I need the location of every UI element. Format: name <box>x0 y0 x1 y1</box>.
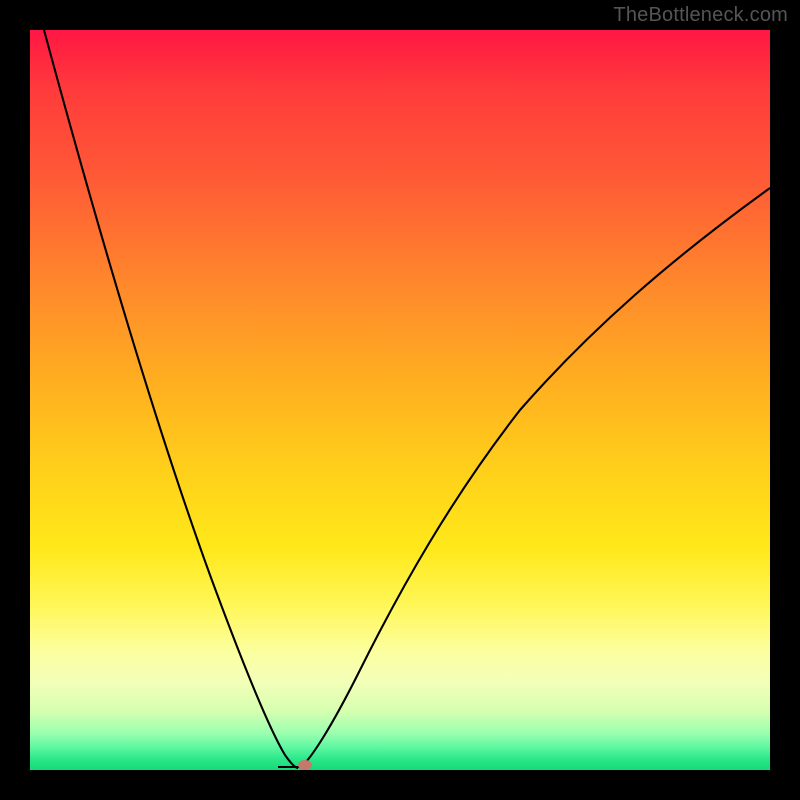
watermark-text: TheBottleneck.com <box>613 4 788 27</box>
optimal-point-marker <box>298 760 312 770</box>
chart-stage: TheBottleneck.com <box>0 0 800 800</box>
plot-area <box>30 30 770 770</box>
marker-layer <box>30 30 770 770</box>
